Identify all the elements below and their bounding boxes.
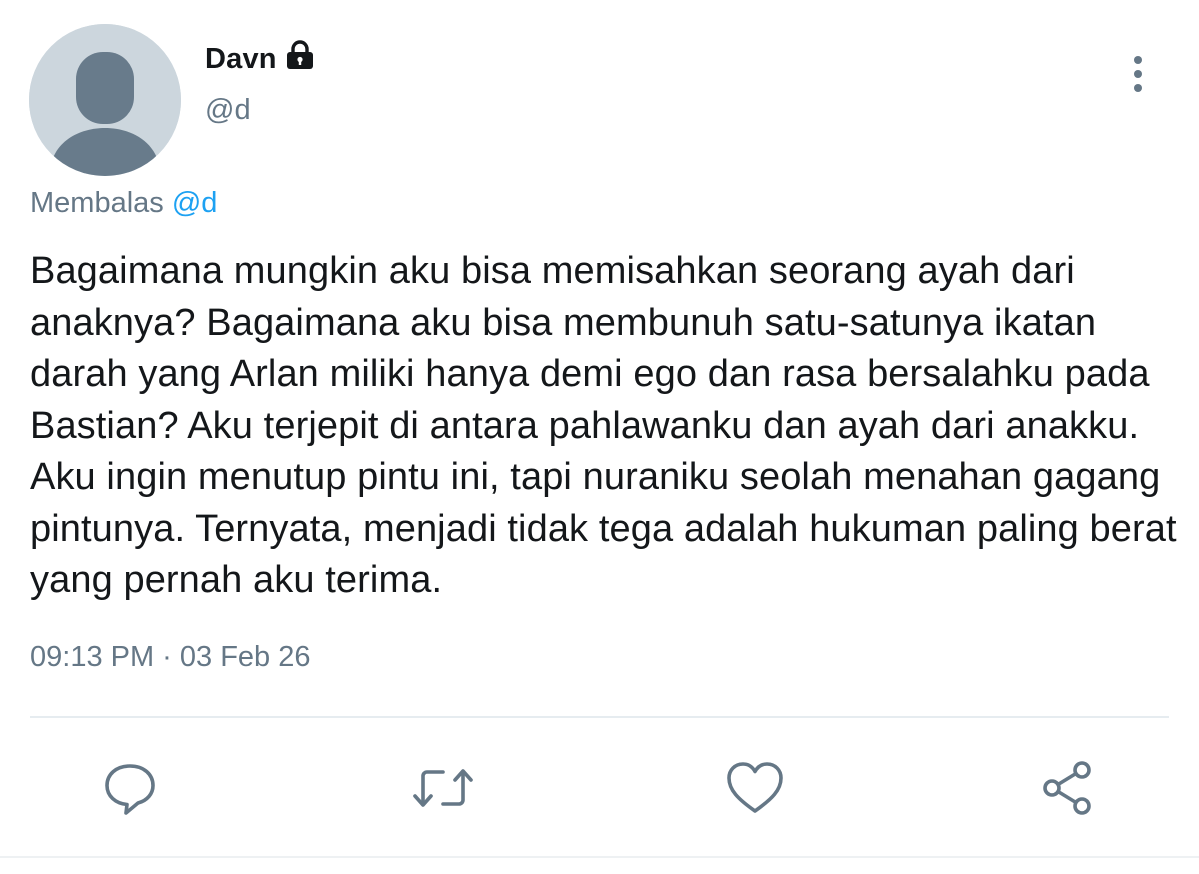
divider bbox=[30, 716, 1169, 718]
reply-mention-link[interactable]: @d bbox=[172, 187, 218, 219]
share-icon bbox=[1043, 761, 1091, 815]
retweet-icon bbox=[413, 769, 473, 807]
display-name[interactable]: Davn bbox=[205, 43, 277, 76]
reply-prefix: Membalas bbox=[30, 187, 164, 219]
user-handle[interactable]: @d bbox=[205, 94, 251, 127]
avatar[interactable] bbox=[29, 24, 181, 176]
default-avatar-icon bbox=[29, 24, 181, 176]
share-button[interactable] bbox=[1038, 758, 1098, 818]
reply-button[interactable] bbox=[100, 758, 160, 818]
tweet-text: Bagaimana mungkin aku bisa memisahkan se… bbox=[30, 250, 1177, 601]
like-button[interactable] bbox=[725, 758, 785, 818]
retweet-button[interactable] bbox=[413, 758, 473, 818]
comment-icon bbox=[105, 764, 155, 815]
more-options-icon[interactable] bbox=[1120, 52, 1156, 96]
tweet-timestamp: 09:13 PM · 03 Feb 26 bbox=[30, 641, 311, 673]
tweet-detail: Davn @d Membalas @d Bagaimana mungkin ak… bbox=[0, 0, 1199, 874]
heart-icon bbox=[727, 762, 783, 813]
bottom-divider bbox=[0, 856, 1199, 858]
reply-context: Membalas @d bbox=[30, 187, 217, 220]
lock-icon bbox=[285, 40, 315, 72]
display-name-row: Davn bbox=[205, 40, 315, 78]
